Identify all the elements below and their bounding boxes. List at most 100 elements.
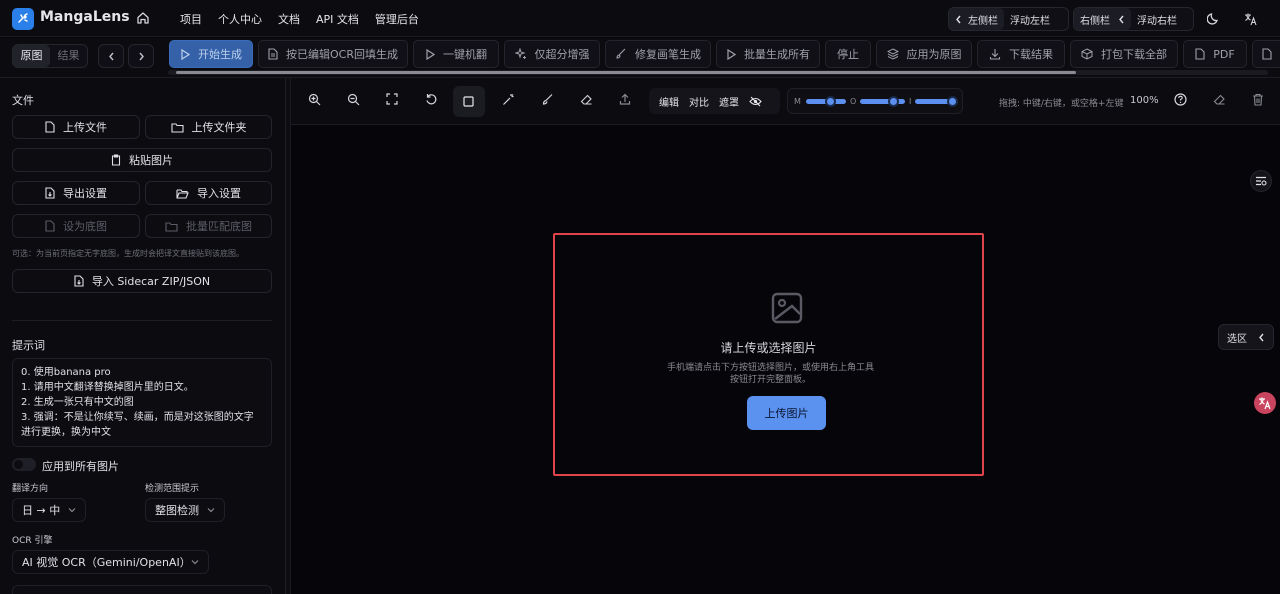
set-base-image-label: 设为底图 [63, 220, 107, 233]
prev-page-button[interactable] [98, 44, 124, 68]
set-base-image-button[interactable]: 设为底图 [12, 214, 140, 238]
left-sidebar-toggle[interactable]: 左侧栏 [949, 8, 1004, 30]
translate-direction-select[interactable]: 日 → 中 [12, 498, 86, 522]
language-icon[interactable] [1244, 12, 1258, 26]
trash-icon[interactable] [1252, 93, 1264, 106]
selection-panel-toggle[interactable]: 选区 [1218, 324, 1274, 350]
folder-icon [170, 122, 184, 133]
right-sidebar-toggle[interactable]: 右侧栏 [1074, 8, 1131, 30]
start-generate-button[interactable]: 开始生成 [169, 40, 253, 68]
more-toolbar-button[interactable] [1252, 40, 1280, 68]
repair-brush-button[interactable]: 修复画笔生成 [605, 40, 711, 68]
import-settings-button[interactable]: 导入设置 [145, 181, 272, 205]
panel-resize-handle[interactable] [286, 78, 291, 594]
repair-brush-label: 修复画笔生成 [635, 48, 701, 61]
nav-link-api-docs[interactable]: API 文档 [316, 11, 359, 27]
dropzone-description: 手机端请点击下方按钮选择图片，或使用右上角工具按钮打开完整面板。 [666, 363, 874, 385]
import-settings-label: 导入设置 [197, 187, 241, 200]
upload-file-button[interactable]: 上传文件 [12, 115, 140, 139]
upload-image-button[interactable]: 上传图片 [747, 396, 826, 430]
download-result-label: 下载结果 [1009, 48, 1053, 61]
mask-mode-tab[interactable]: 遮罩 [719, 94, 739, 109]
batch-generate-label: 批量生成所有 [744, 48, 810, 61]
rectangle-tool-button[interactable] [453, 86, 485, 117]
toolbar-scrollbar[interactable] [168, 70, 1268, 75]
float-right-label: 浮动右栏 [1137, 15, 1177, 27]
float-left-button[interactable]: 浮动左栏 [1004, 8, 1056, 30]
export-icon[interactable] [619, 93, 631, 105]
home-icon[interactable] [136, 11, 150, 25]
float-left-label: 浮动左栏 [1010, 15, 1050, 27]
magic-wand-icon[interactable] [502, 93, 515, 106]
eraser-icon[interactable] [1213, 93, 1226, 106]
detect-range-label: 检测范围提示 [145, 484, 200, 494]
nav-link-projects[interactable]: 项目 [180, 11, 202, 27]
ocr-backfill-label: 按已编辑OCR回填生成 [286, 48, 398, 61]
prompt-section-title: 提示词 [12, 339, 45, 352]
apply-all-switch[interactable] [12, 458, 36, 471]
batch-match-base-button[interactable]: 批量匹配底图 [145, 214, 272, 238]
zoom-in-icon[interactable] [308, 93, 321, 106]
translate-extension-icon[interactable] [1254, 392, 1276, 414]
detect-range-select[interactable]: 整图检测 [145, 498, 225, 522]
brush-icon[interactable] [541, 93, 554, 106]
action-toolbar: 原图 结果 开始生成 按已编辑OCR回填生成 一键机翻 仅超分增强 修复画笔生成… [0, 38, 1280, 78]
eraser-icon[interactable] [580, 93, 593, 106]
download-all-label: 打包下载全部 [1101, 48, 1167, 61]
settings-panel-button[interactable] [1250, 170, 1272, 192]
help-icon[interactable] [1174, 93, 1187, 106]
toolbar-scroll-thumb[interactable] [176, 71, 1076, 74]
import-sidecar-button[interactable]: 导入 Sidecar ZIP/JSON [12, 269, 272, 293]
stop-label: 停止 [837, 48, 859, 61]
next-option-field[interactable] [12, 585, 272, 594]
float-right-button[interactable]: 浮动右栏 [1131, 8, 1183, 30]
play-icon [726, 48, 736, 60]
moon-icon[interactable] [1207, 12, 1220, 25]
slider-label-o: O [850, 97, 857, 106]
eye-off-icon[interactable] [749, 96, 762, 107]
chevron-down-icon [207, 507, 215, 513]
nav-link-docs[interactable]: 文档 [278, 11, 300, 27]
rectangle-select-icon [463, 96, 474, 107]
apply-as-original-button[interactable]: 应用为原图 [876, 40, 972, 68]
upload-dropzone[interactable]: 请上传或选择图片 手机端请点击下方按钮选择图片，或使用右上角工具按钮打开完整面板… [553, 233, 984, 476]
app-name[interactable]: MangaLens [40, 9, 130, 25]
rotate-icon[interactable] [425, 93, 438, 106]
play-icon [180, 48, 190, 60]
ocr-engine-select[interactable]: AI 视觉 OCR（Gemini/OpenAI） [12, 550, 209, 574]
canvas-toolbar: 编辑 对比 遮罩 M O I 拖拽: 中键/右键，或空格+左键 100% [291, 78, 1280, 125]
next-page-button[interactable] [128, 44, 154, 68]
view-original-tab[interactable]: 原图 [13, 45, 50, 67]
compare-mode-tab[interactable]: 对比 [689, 94, 709, 109]
slider-o-knob[interactable] [888, 96, 900, 107]
translate-direction-value: 日 → 中 [22, 504, 61, 517]
ocr-backfill-button[interactable]: 按已编辑OCR回填生成 [258, 40, 408, 68]
right-sidebar-controls: 右侧栏 浮动右栏 [1073, 7, 1194, 31]
download-all-button[interactable]: 打包下载全部 [1070, 40, 1178, 68]
upload-folder-button[interactable]: 上传文件夹 [145, 115, 272, 139]
slider-m-knob[interactable] [824, 96, 836, 107]
zoom-out-icon[interactable] [347, 93, 360, 106]
sparkle-icon [514, 48, 527, 60]
upscale-only-button[interactable]: 仅超分增强 [504, 40, 600, 68]
nav-link-profile[interactable]: 个人中心 [218, 11, 262, 27]
play-icon [425, 48, 435, 60]
pdf-button[interactable]: PDF [1183, 40, 1247, 68]
prompt-textarea[interactable]: 0. 使用banana pro 1. 请用中文翻译替换掉图片里的日文。 2. 生… [12, 358, 272, 447]
dropzone-title: 请上传或选择图片 [720, 341, 817, 355]
edit-mode-tab[interactable]: 编辑 [659, 94, 679, 109]
translate-direction-label: 翻译方向 [12, 484, 49, 494]
paste-image-button[interactable]: 粘贴图片 [12, 148, 272, 172]
machine-translate-button[interactable]: 一键机翻 [413, 40, 499, 68]
nav-link-admin[interactable]: 管理后台 [375, 11, 419, 27]
slider-i-knob[interactable] [947, 96, 959, 107]
stop-button[interactable]: 停止 [825, 40, 871, 68]
package-icon [1081, 48, 1093, 60]
export-settings-button[interactable]: 导出设置 [12, 181, 140, 205]
fit-screen-icon[interactable] [386, 93, 398, 105]
download-result-button[interactable]: 下载结果 [977, 40, 1065, 68]
file-export-icon [74, 275, 84, 287]
batch-generate-button[interactable]: 批量生成所有 [716, 40, 820, 68]
view-result-tab[interactable]: 结果 [50, 45, 87, 67]
app-logo[interactable] [12, 8, 34, 30]
